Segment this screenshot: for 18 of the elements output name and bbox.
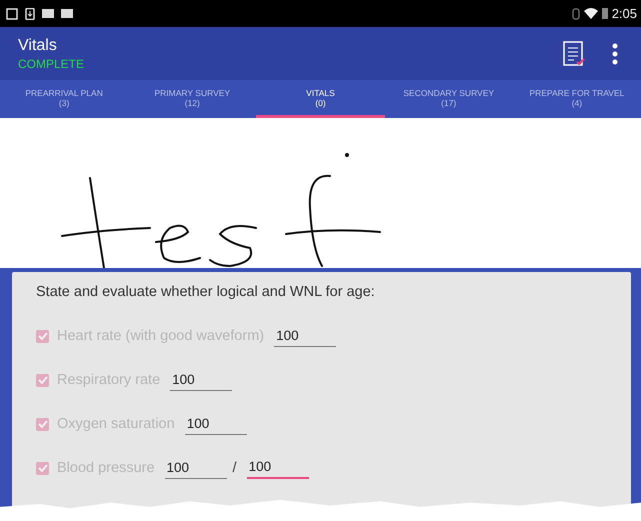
completion-status: COMPLETE bbox=[18, 56, 86, 70]
battery-icon bbox=[602, 8, 608, 19]
section-tab[interactable]: SECONDARY SURVEY (17) bbox=[384, 80, 513, 118]
notification-icon bbox=[42, 9, 54, 18]
clock: 2:05 bbox=[612, 6, 637, 21]
notification-icon bbox=[61, 9, 73, 18]
download-icon bbox=[25, 8, 35, 20]
screen-title: Vitals bbox=[18, 36, 58, 54]
more-options-icon[interactable] bbox=[611, 42, 619, 64]
instructions-text: State and evaluate whether logical and WNL for age: bbox=[36, 284, 376, 300]
section-tab[interactable]: PRIMARY SURVEY (12) bbox=[128, 80, 256, 118]
image-icon bbox=[6, 8, 18, 20]
wifi-icon bbox=[584, 8, 598, 19]
vibrate-icon bbox=[572, 8, 580, 20]
section-tab[interactable]: PREPARE FOR TRAVEL (4) bbox=[512, 80, 641, 118]
section-tab[interactable]: PREARRIVAL PLAN (3) bbox=[0, 80, 128, 118]
separator-slash: / bbox=[232, 460, 237, 476]
checklist-document-icon[interactable] bbox=[563, 40, 585, 66]
